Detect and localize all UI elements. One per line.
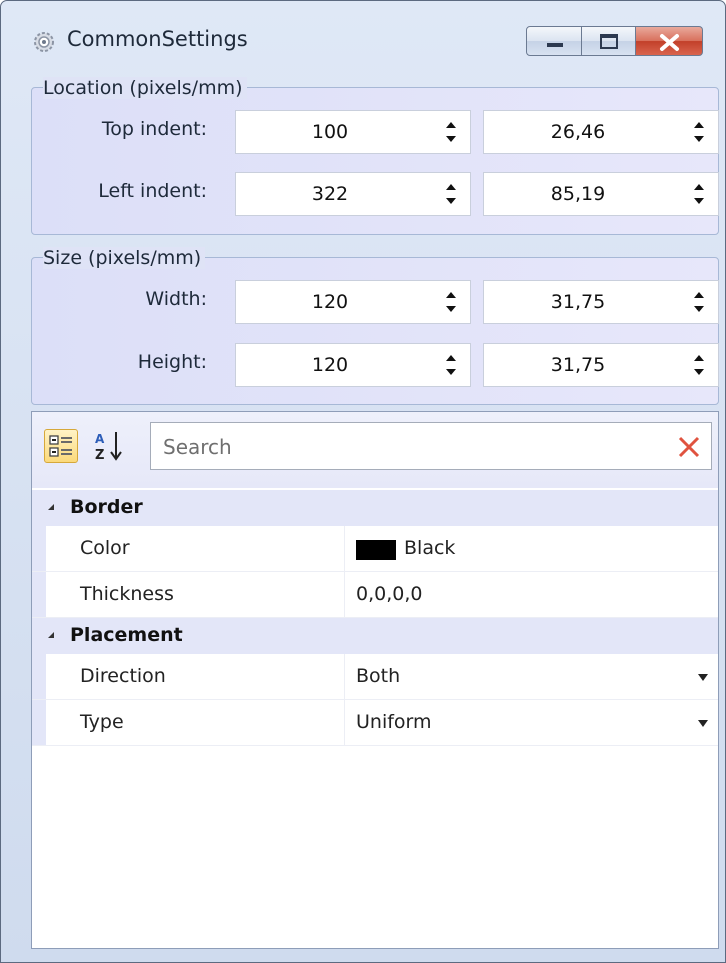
- window-title: CommonSettings: [67, 27, 248, 51]
- height-pixels-value: 120: [311, 354, 349, 376]
- column-separator: [344, 654, 345, 699]
- search-input[interactable]: [161, 431, 645, 463]
- property-name: Direction: [80, 665, 166, 687]
- property-grid: A Z Border Color Black Thickness 0,0: [31, 411, 719, 949]
- top-indent-pixels-field[interactable]: 100: [235, 110, 471, 154]
- property-name: Color: [80, 537, 130, 559]
- search-box[interactable]: [150, 422, 712, 470]
- categorized-icon: [49, 435, 72, 457]
- spin-icon[interactable]: [692, 289, 706, 315]
- collapse-triangle-icon[interactable]: [48, 504, 54, 510]
- top-indent-mm-field[interactable]: 26,46: [483, 110, 719, 154]
- spin-icon[interactable]: [444, 289, 458, 315]
- property-value[interactable]: Uniform: [356, 711, 432, 733]
- width-label: Width:: [145, 288, 207, 310]
- settings-icon: [34, 32, 54, 52]
- width-mm-field[interactable]: 31,75: [483, 280, 719, 324]
- title-bar[interactable]: CommonSettings: [1, 1, 725, 63]
- spin-icon[interactable]: [692, 352, 706, 378]
- dropdown-arrow-icon[interactable]: [698, 674, 708, 681]
- spin-icon[interactable]: [444, 181, 458, 207]
- property-row-thickness[interactable]: Thickness 0,0,0,0: [32, 572, 718, 618]
- category-name: Placement: [70, 624, 183, 646]
- category-border[interactable]: Border: [32, 490, 718, 526]
- maximize-button[interactable]: [582, 26, 636, 56]
- left-indent-mm-value: 85,19: [550, 183, 606, 205]
- row-gutter: [32, 654, 46, 699]
- width-pixels-field[interactable]: 120: [235, 280, 471, 324]
- close-icon: [660, 34, 679, 51]
- width-pixels-value: 120: [311, 291, 349, 313]
- left-indent-pixels-value: 322: [311, 183, 349, 205]
- categorized-view-button[interactable]: [44, 429, 78, 463]
- height-pixels-field[interactable]: 120: [235, 343, 471, 387]
- property-name: Type: [80, 711, 124, 733]
- property-row-color[interactable]: Color Black: [32, 526, 718, 572]
- spin-icon[interactable]: [444, 352, 458, 378]
- left-indent-pixels-field[interactable]: 322: [235, 172, 471, 216]
- height-mm-field[interactable]: 31,75: [483, 343, 719, 387]
- minimize-icon: [547, 43, 563, 47]
- size-group-title: Size (pixels/mm): [43, 247, 206, 269]
- property-name: Thickness: [80, 583, 174, 605]
- sort-alpha-icon[interactable]: A Z: [92, 428, 126, 464]
- column-separator: [344, 572, 345, 617]
- spin-icon[interactable]: [444, 119, 458, 145]
- dropdown-arrow-icon[interactable]: [698, 720, 708, 727]
- column-separator: [344, 526, 345, 571]
- common-settings-window: CommonSettings Location (pixels/mm) Top …: [0, 0, 726, 963]
- collapse-triangle-icon[interactable]: [48, 632, 54, 638]
- property-value[interactable]: 0,0,0,0: [356, 583, 422, 605]
- top-indent-mm-value: 26,46: [550, 121, 606, 143]
- color-swatch: [356, 540, 396, 560]
- column-separator: [344, 700, 345, 745]
- height-mm-value: 31,75: [550, 354, 606, 376]
- close-button[interactable]: [636, 26, 703, 56]
- spin-icon[interactable]: [692, 181, 706, 207]
- property-row-direction[interactable]: Direction Both: [32, 654, 718, 700]
- width-mm-value: 31,75: [550, 291, 606, 313]
- height-label: Height:: [137, 351, 207, 373]
- property-value[interactable]: Black: [404, 537, 455, 559]
- row-gutter: [32, 700, 46, 745]
- category-placement[interactable]: Placement: [32, 618, 718, 654]
- minimize-button[interactable]: [526, 26, 582, 56]
- maximize-icon: [600, 34, 618, 49]
- row-gutter: [32, 526, 46, 571]
- top-indent-label: Top indent:: [101, 118, 207, 140]
- row-gutter: [32, 572, 46, 617]
- left-indent-mm-field[interactable]: 85,19: [483, 172, 719, 216]
- svg-text:A: A: [95, 432, 105, 446]
- location-group-title: Location (pixels/mm): [43, 77, 247, 99]
- spin-icon[interactable]: [692, 119, 706, 145]
- clear-search-icon[interactable]: [677, 435, 701, 459]
- property-row-type[interactable]: Type Uniform: [32, 700, 718, 746]
- left-indent-label: Left indent:: [98, 180, 207, 202]
- property-grid-toolbar: A Z: [32, 412, 718, 488]
- svg-text:Z: Z: [95, 448, 104, 463]
- top-indent-pixels-value: 100: [311, 121, 349, 143]
- category-name: Border: [70, 496, 143, 518]
- property-value[interactable]: Both: [356, 665, 400, 687]
